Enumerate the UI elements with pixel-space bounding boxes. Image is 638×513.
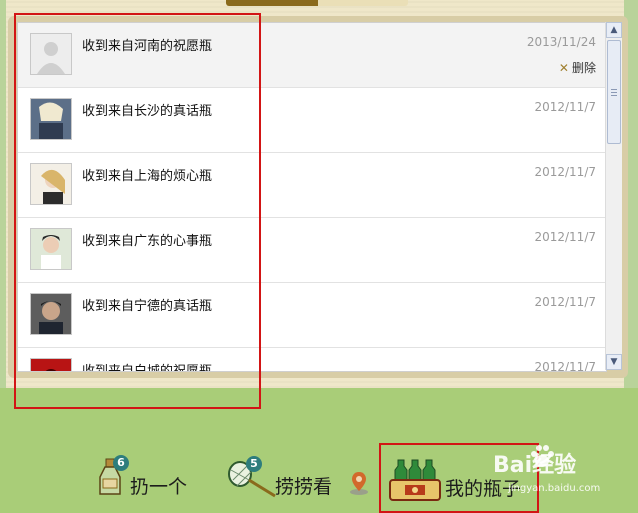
tab-sent[interactable]: [318, 0, 408, 6]
message-date: 2012/11/7: [534, 230, 596, 244]
left-edge: [0, 0, 6, 388]
scroll-thumb[interactable]: [607, 40, 621, 144]
close-icon: ✕: [558, 61, 569, 75]
highlight-box-list: [14, 13, 261, 409]
location-pin-icon: [350, 472, 368, 495]
tab-received[interactable]: [226, 0, 318, 6]
delete-label: 删除: [571, 61, 596, 75]
throw-label: 扔一个: [130, 476, 188, 498]
throw-count-badge: 6: [113, 455, 129, 471]
throw-bottle-button[interactable]: 6 扔一个: [96, 454, 196, 498]
watermark-url: jingyan.baidu.com: [508, 483, 601, 494]
top-tabs: [226, 0, 408, 7]
message-date: 2012/11/7: [534, 360, 596, 372]
fish-count-badge: 5: [246, 456, 262, 472]
message-date: 2012/11/7: [534, 100, 596, 114]
message-date: 2012/11/7: [534, 295, 596, 309]
scroll-up-icon[interactable]: ▲: [606, 22, 622, 38]
message-date: 2013/11/24: [526, 35, 596, 49]
fish-label: 捞捞看: [275, 476, 333, 498]
delete-button[interactable]: ✕ 删除: [559, 59, 596, 76]
list-scrollbar[interactable]: ▲ ▼: [605, 22, 622, 370]
message-date: 2012/11/7: [534, 165, 596, 179]
scroll-down-icon[interactable]: ▼: [606, 354, 622, 370]
fish-bottle-button[interactable]: 5 捞捞看: [227, 454, 377, 498]
watermark-text: Bai经验: [493, 453, 577, 478]
